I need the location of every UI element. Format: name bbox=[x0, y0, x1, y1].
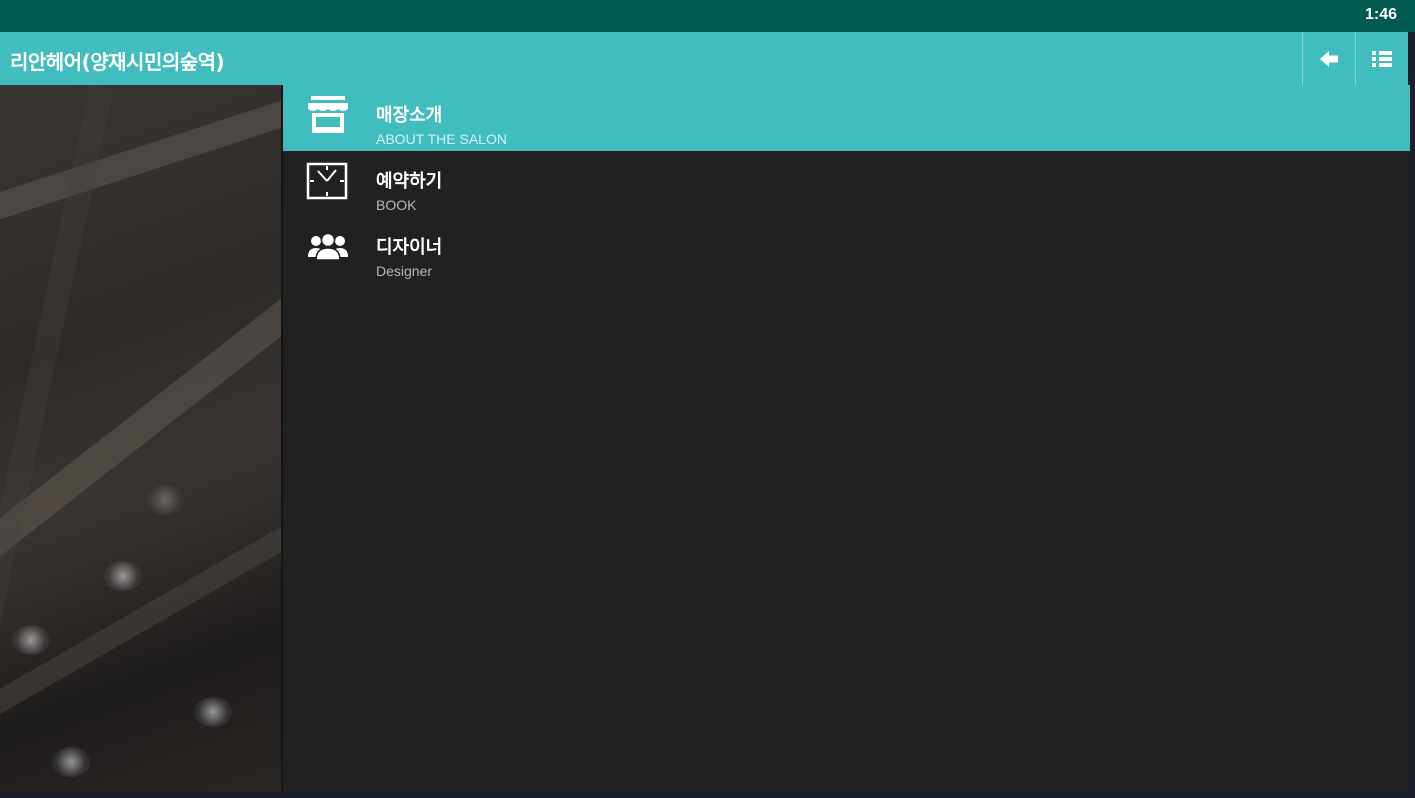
menu-item-subtitle: Designer bbox=[376, 263, 433, 279]
bottom-edge bbox=[0, 792, 1415, 798]
arrow-left-icon bbox=[1320, 50, 1338, 67]
back-button[interactable] bbox=[1302, 32, 1355, 85]
list-icon bbox=[1372, 50, 1392, 67]
menu-item-about-salon[interactable]: 매장소개 ABOUT THE SALON bbox=[283, 85, 1410, 151]
menu-item-title: 예약하기 bbox=[376, 171, 443, 192]
menu-item-designer[interactable]: 디자이너 Designer bbox=[283, 217, 1410, 283]
menu-item-title: 매장소개 bbox=[376, 105, 443, 126]
menu-item-subtitle: BOOK bbox=[376, 197, 417, 213]
people-icon bbox=[308, 232, 348, 261]
status-bar: 1:46 bbox=[0, 0, 1415, 32]
navigation-drawer: 매장소개 ABOUT THE SALON 예약하기 BOOK 디자이너 Desi… bbox=[281, 85, 1410, 792]
app-bar: 리안헤어(양재시민의숲역) bbox=[0, 32, 1408, 85]
app-title: 리안헤어(양재시민의숲역) bbox=[10, 50, 225, 74]
background-photo bbox=[0, 85, 281, 792]
menu-item-title: 디자이너 bbox=[376, 237, 443, 258]
storefront-icon bbox=[308, 96, 348, 133]
menu-item-book[interactable]: 예약하기 BOOK bbox=[283, 151, 1410, 217]
app-actions bbox=[1302, 32, 1408, 85]
status-time: 1:46 bbox=[1364, 6, 1397, 23]
menu-item-subtitle: ABOUT THE SALON bbox=[376, 131, 507, 147]
menu-button[interactable] bbox=[1355, 32, 1408, 85]
clock-icon bbox=[306, 162, 348, 200]
